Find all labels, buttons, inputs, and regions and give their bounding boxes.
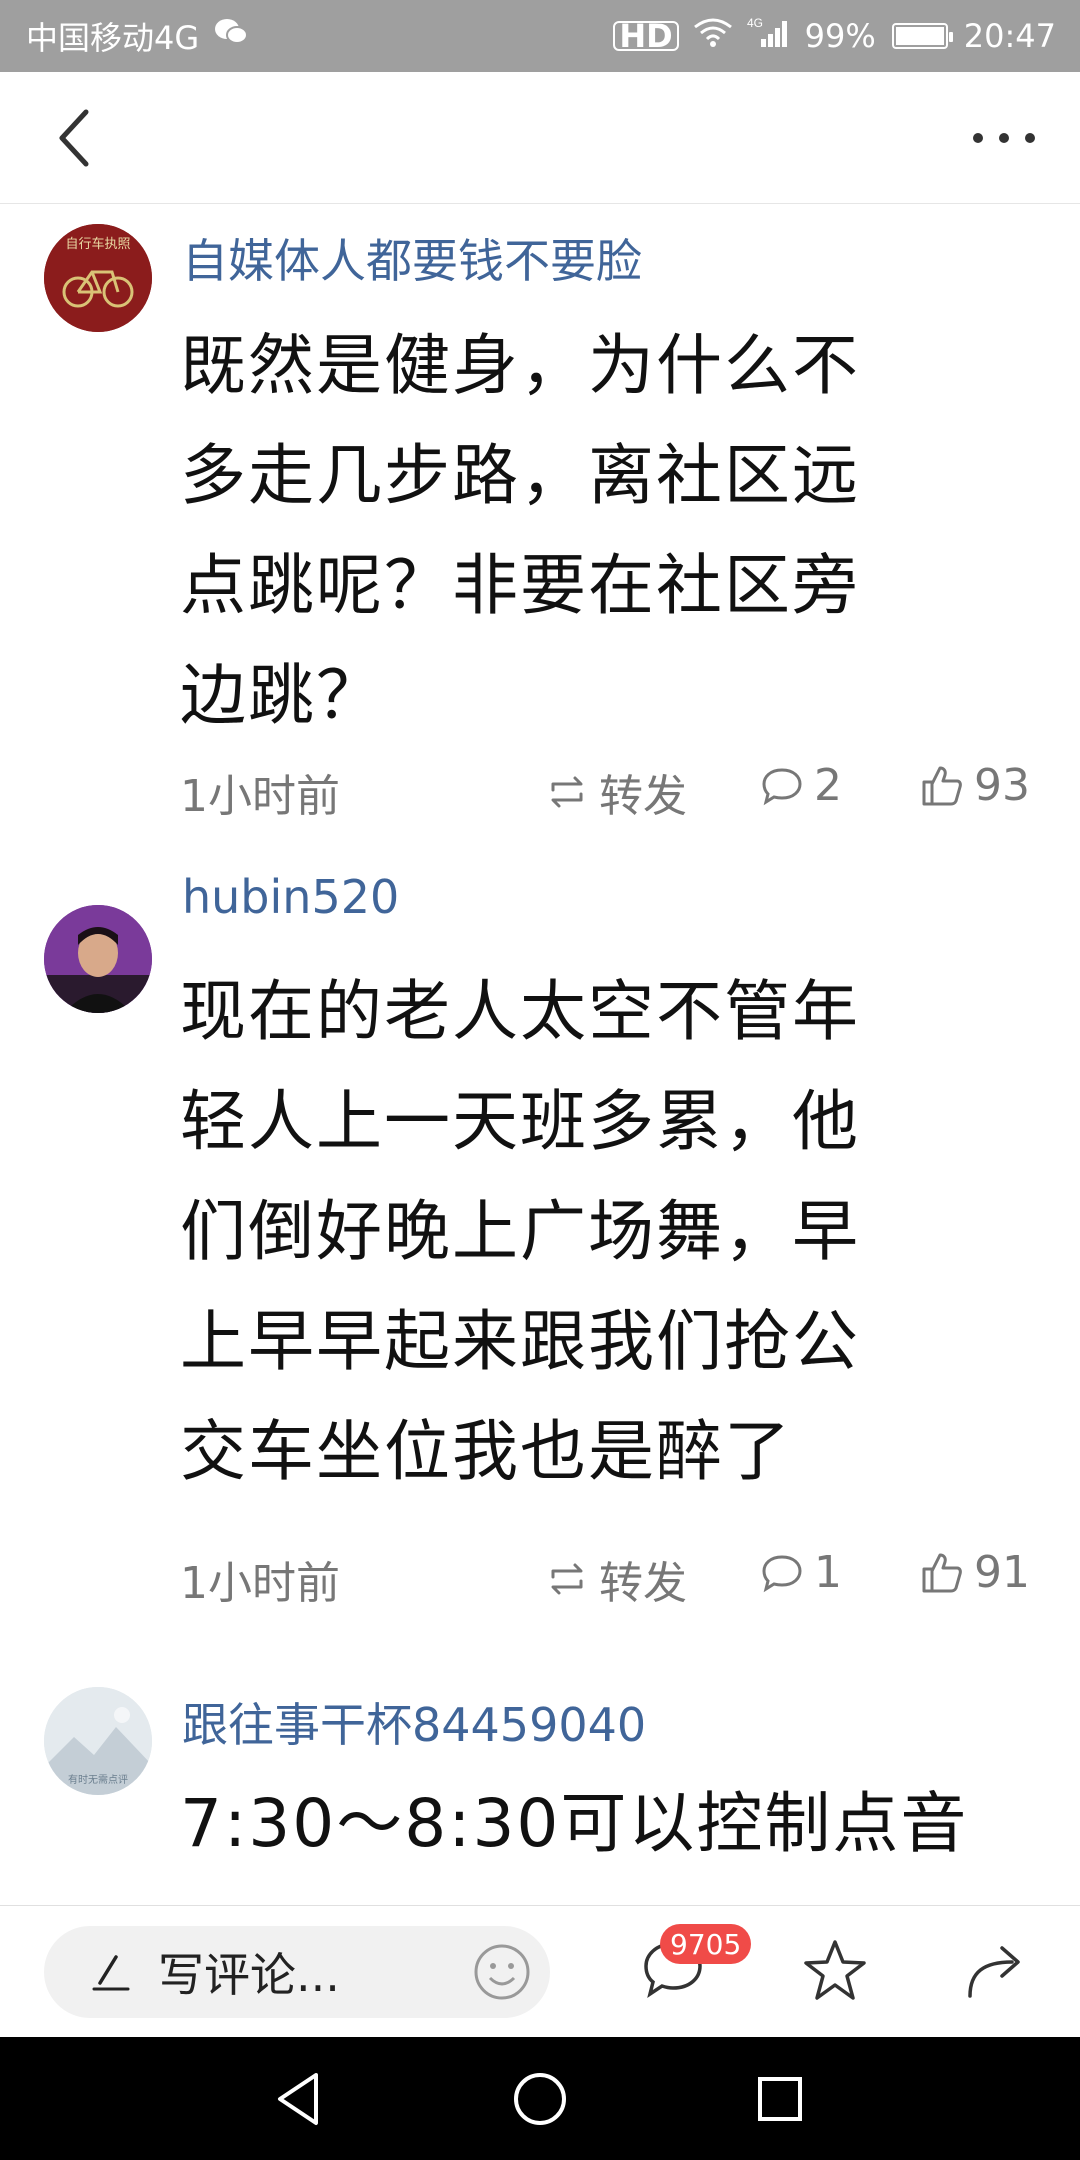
triangle-back-icon bbox=[278, 2073, 318, 2125]
signal-icon: 4G bbox=[747, 16, 791, 55]
reply-button[interactable]: 1 bbox=[760, 1547, 842, 1598]
comment-meta: 1小时前 转发 2 93 bbox=[180, 760, 1050, 822]
emoji-button[interactable] bbox=[472, 1942, 532, 2006]
comment-time: 1小时前 bbox=[180, 1558, 340, 1609]
avatar[interactable]: 自行车执照 bbox=[44, 224, 152, 332]
user-photo-avatar-image bbox=[44, 905, 152, 1013]
comment-line: 7:30～8:30可以控制点音 bbox=[180, 1785, 969, 1862]
system-navigation-bar bbox=[0, 2037, 1080, 2160]
square-recents-icon bbox=[758, 2077, 802, 2121]
chevron-left-icon bbox=[59, 109, 89, 167]
comment-line: 上早早起来跟我们抢公 bbox=[180, 1303, 860, 1380]
speech-bubble-icon bbox=[762, 1554, 802, 1592]
comment-count-badge: 9705 bbox=[660, 1924, 752, 1964]
circle-home-icon bbox=[514, 2073, 566, 2125]
comment-item: 自行车执照 自媒体人都要钱不要脸 既然是健身，为什么不 多走几步路，离社区远 点… bbox=[0, 205, 1080, 865]
comment-line: 边跳？ bbox=[180, 657, 384, 734]
favorite-button[interactable] bbox=[800, 1936, 876, 2012]
reply-count: 1 bbox=[814, 1547, 842, 1598]
comment-input[interactable]: 写评论... bbox=[44, 1926, 550, 2018]
comment-text: 7:30～8:30可以控制点音 bbox=[180, 1769, 1020, 1879]
share-button[interactable] bbox=[960, 1936, 1036, 2012]
comment-line: 们倒好晚上广场舞，早 bbox=[180, 1193, 860, 1270]
status-right: HD 4G 99% 20:47 bbox=[613, 16, 1056, 55]
star-icon bbox=[804, 1940, 866, 2000]
comment-line: 交车坐位我也是醉了 bbox=[180, 1413, 792, 1490]
share-arrow-icon bbox=[968, 1946, 1020, 1998]
repost-label: 转发 bbox=[599, 771, 687, 822]
more-button[interactable] bbox=[964, 108, 1044, 168]
nav-bar bbox=[0, 72, 1080, 204]
comment-action-bar: 写评论... 9705 bbox=[0, 1905, 1080, 2037]
pen-icon bbox=[92, 1955, 130, 1991]
reply-button[interactable]: 2 bbox=[760, 760, 842, 811]
wechat-icon bbox=[213, 17, 249, 55]
landscape-avatar-image: 有时无需点评 bbox=[44, 1687, 152, 1795]
like-count: 93 bbox=[974, 760, 1030, 811]
comment-username[interactable]: 自媒体人都要钱不要脸 bbox=[182, 225, 642, 291]
wifi-icon bbox=[693, 17, 733, 55]
carrier-label: 中国移动4G bbox=[26, 19, 200, 57]
comment-line: 现在的老人太空不管年 bbox=[180, 973, 860, 1050]
status-left: 中国移动4G bbox=[26, 13, 249, 59]
comment-time: 1小时前 bbox=[180, 771, 340, 822]
system-recents-button[interactable] bbox=[748, 2067, 812, 2131]
battery-icon bbox=[891, 23, 953, 49]
more-dots-icon bbox=[973, 133, 1035, 143]
comment-list: 自行车执照 自媒体人都要钱不要脸 既然是健身，为什么不 多走几步路，离社区远 点… bbox=[0, 205, 1080, 1905]
hd-badge: HD bbox=[613, 20, 679, 52]
avatar[interactable] bbox=[44, 905, 152, 1013]
repost-label: 转发 bbox=[599, 1558, 687, 1609]
comment-item: hubin520 现在的老人太空不管年 轻人上一天班多累，他 们倒好晚上广场舞，… bbox=[0, 865, 1080, 1609]
smiley-icon bbox=[474, 1944, 530, 2000]
like-button[interactable]: 93 bbox=[920, 760, 1030, 811]
svg-text:自行车执照: 自行车执照 bbox=[65, 236, 130, 252]
status-bar: 中国移动4G HD 4G 99% 20:47 bbox=[0, 0, 1080, 72]
comment-text: 既然是健身，为什么不 多走几步路，离社区远 点跳呢？非要在社区旁 边跳？ bbox=[180, 311, 1020, 751]
svg-text:有时无需点评: 有时无需点评 bbox=[68, 1773, 128, 1786]
repost-icon bbox=[551, 776, 583, 808]
battery-percent: 99% bbox=[804, 17, 876, 55]
comment-line: 既然是健身，为什么不 bbox=[180, 327, 860, 404]
comment-meta: 1小时前 转发 1 91 bbox=[180, 1547, 1050, 1609]
network-type-label: 4G bbox=[747, 17, 763, 30]
back-button[interactable] bbox=[44, 102, 104, 174]
reply-count: 2 bbox=[814, 760, 842, 811]
comment-item: 有时无需点评 跟往事干杯84459040 7:30～8:30可以控制点音 bbox=[0, 1667, 1080, 1905]
system-home-button[interactable] bbox=[508, 2067, 572, 2131]
comment-username[interactable]: 跟往事干杯84459040 bbox=[182, 1689, 646, 1755]
screen: 中国移动4G HD 4G 99% 20:47 自行车执照 自媒体人都要钱不要脸 … bbox=[0, 0, 1080, 2160]
comment-line: 点跳呢？非要在社区旁 bbox=[180, 547, 860, 624]
system-back-button[interactable] bbox=[268, 2067, 332, 2131]
bicycle-avatar-image: 自行车执照 bbox=[44, 224, 152, 332]
repost-icon bbox=[551, 1563, 583, 1595]
thumbs-up-icon bbox=[922, 1553, 962, 1592]
repost-button[interactable]: 转发 bbox=[545, 760, 687, 824]
repost-button[interactable]: 转发 bbox=[545, 1547, 687, 1611]
comment-line: 多走几步路，离社区远 bbox=[180, 437, 860, 514]
thumbs-up-icon bbox=[922, 766, 962, 805]
speech-bubble-icon bbox=[762, 767, 802, 805]
comment-line: 轻人上一天班多累，他 bbox=[180, 1083, 860, 1160]
comment-input-placeholder: 写评论... bbox=[158, 1948, 340, 2002]
clock: 20:47 bbox=[963, 17, 1056, 55]
comment-username[interactable]: hubin520 bbox=[182, 870, 399, 924]
comment-text: 现在的老人太空不管年 轻人上一天班多累，他 们倒好晚上广场舞，早 上早早起来跟我… bbox=[180, 957, 1020, 1507]
like-count: 91 bbox=[974, 1547, 1030, 1598]
avatar[interactable]: 有时无需点评 bbox=[44, 1687, 152, 1795]
like-button[interactable]: 91 bbox=[920, 1547, 1030, 1598]
